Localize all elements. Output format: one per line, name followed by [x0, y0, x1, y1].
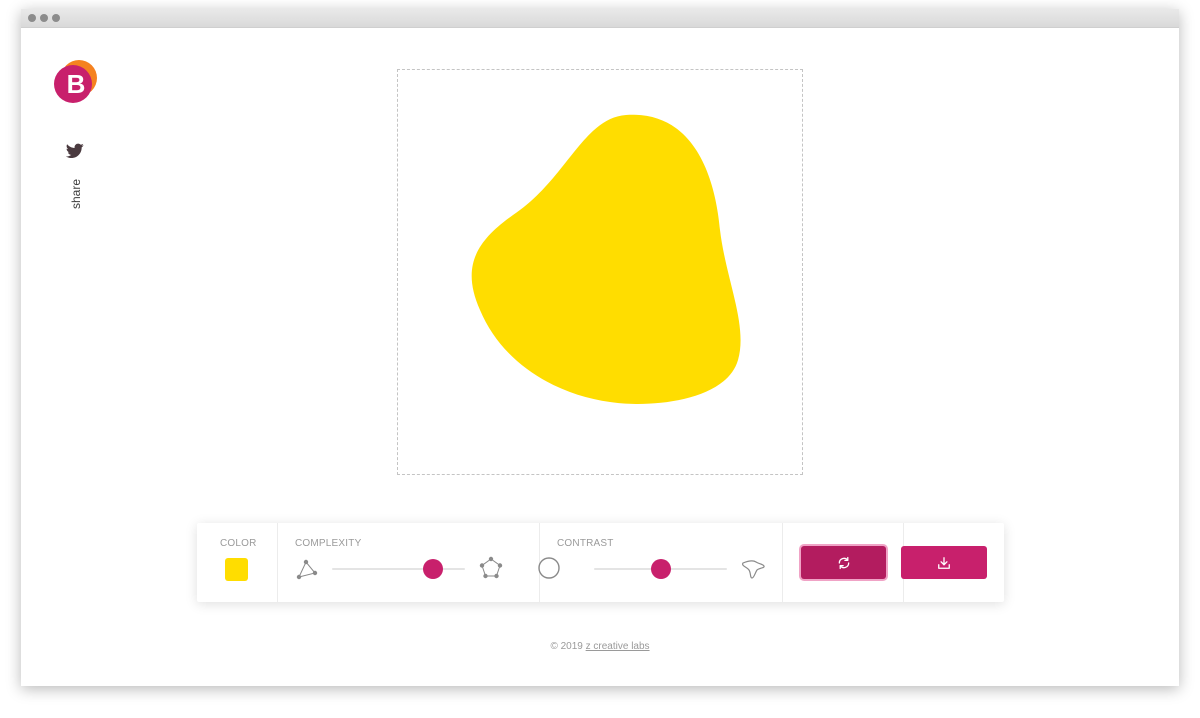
download-icon [938, 556, 950, 569]
download-button[interactable] [901, 546, 987, 579]
complexity-slider-track[interactable] [332, 568, 465, 570]
divider [277, 523, 278, 602]
window-close-dot[interactable] [28, 14, 36, 22]
share-link[interactable]: share [64, 178, 88, 210]
contrast-slider-thumb[interactable] [650, 559, 671, 579]
blob-shape [471, 114, 741, 404]
window-minimize-dot[interactable] [40, 14, 48, 22]
logo-letter: B [67, 69, 86, 99]
logo-mark: B [54, 60, 97, 103]
share-label: share [69, 178, 83, 210]
complexity-slider-thumb[interactable] [423, 559, 444, 579]
controls-bar: COLOR COMPLEXITY CONTRAST [197, 523, 1004, 602]
circle-icon [538, 557, 560, 579]
color-label: COLOR [220, 538, 257, 549]
star-blob-icon [742, 560, 765, 579]
complexity-label: COMPLEXITY [295, 538, 362, 549]
blobmaker-logo[interactable]: B [52, 59, 100, 107]
copyright-text: © 2019 [550, 641, 583, 652]
footer: © 2019 z creative labs [21, 641, 1179, 652]
color-swatch[interactable] [225, 558, 248, 581]
pentagon-nodes-icon [479, 556, 503, 579]
blob-canvas [397, 69, 803, 475]
divider [782, 523, 783, 602]
z-creative-labs-link[interactable]: z creative labs [586, 641, 650, 652]
triangle-nodes-icon [296, 559, 318, 580]
window-titlebar [21, 9, 1179, 28]
twitter-icon[interactable] [65, 143, 84, 159]
regenerate-button[interactable] [801, 546, 886, 579]
browser-window: B share COLOR COMPLEXITY CONTRAST © 2019… [21, 9, 1179, 686]
window-maximize-dot[interactable] [52, 14, 60, 22]
contrast-label: CONTRAST [557, 538, 614, 549]
refresh-icon [838, 556, 849, 569]
